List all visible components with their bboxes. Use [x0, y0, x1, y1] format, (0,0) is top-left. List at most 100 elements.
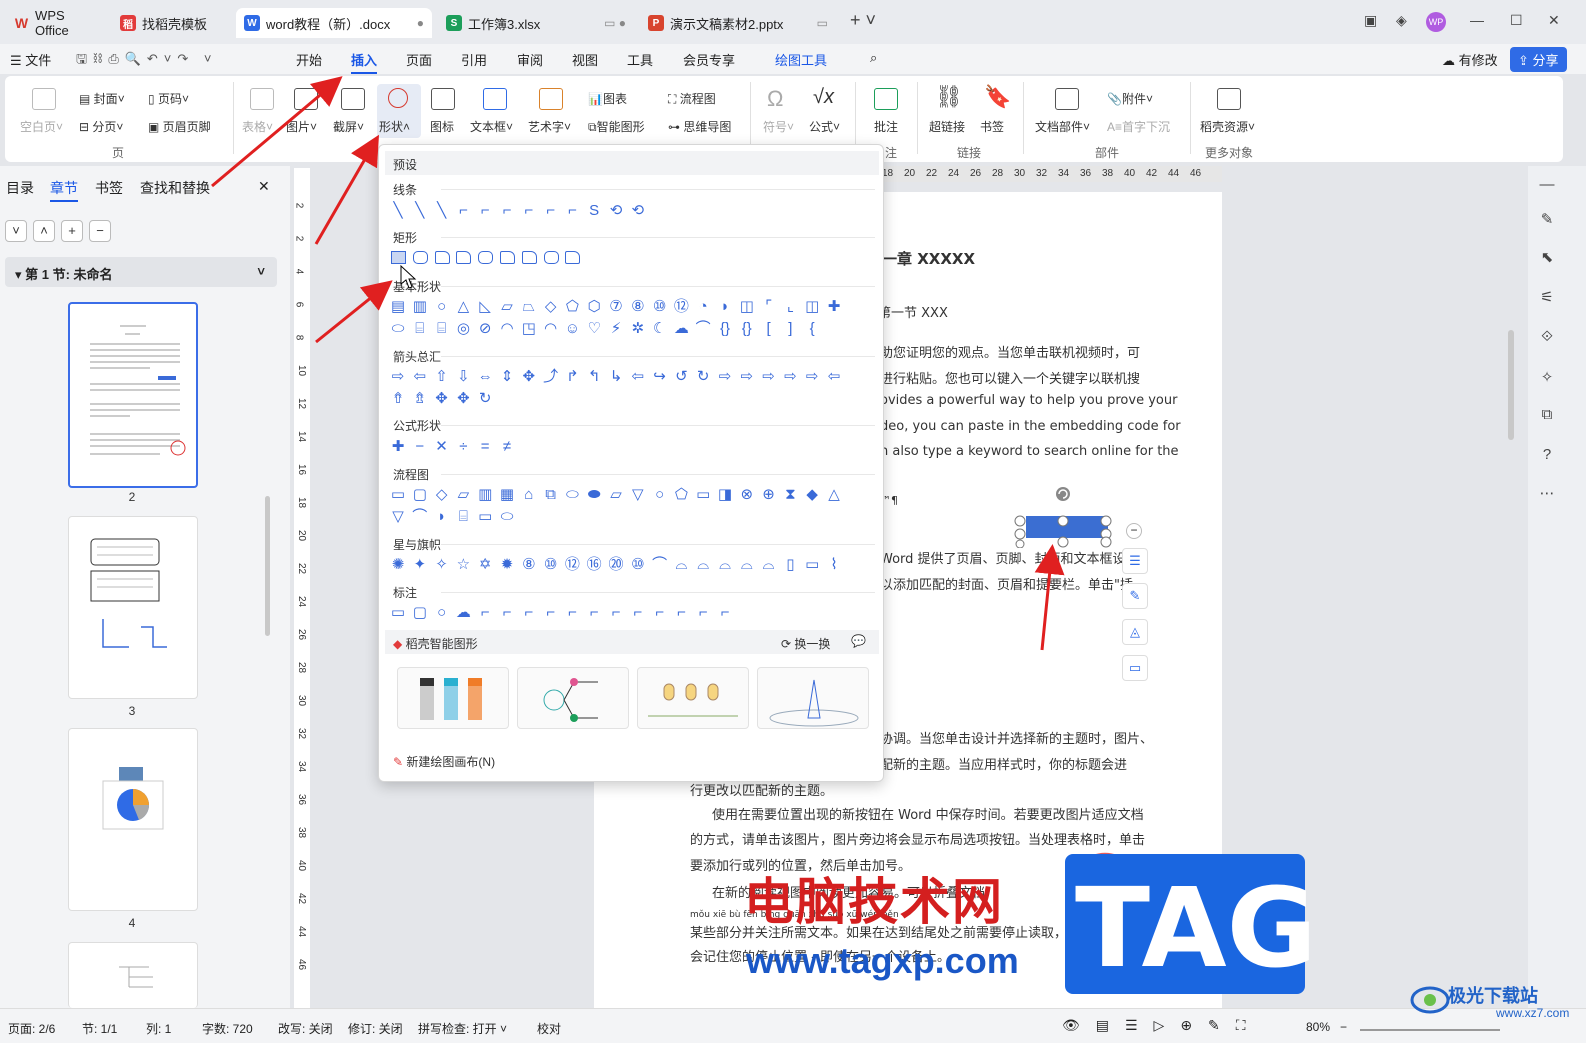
edit-pen-icon[interactable]: ✎	[1537, 210, 1557, 230]
shape-option-icon[interactable]: ♡	[583, 321, 605, 337]
shape-option-icon[interactable]: ⌐	[649, 605, 671, 621]
avatar[interactable]: WP	[1426, 12, 1446, 32]
shape-option-icon[interactable]: ▽	[627, 487, 649, 503]
shape-option-icon[interactable]: ✥	[431, 391, 453, 407]
shape-option-icon[interactable]: ⇦	[823, 369, 845, 385]
shape-option-icon[interactable]: ▭	[387, 487, 409, 503]
shape-option-icon[interactable]: ⑩	[627, 557, 649, 573]
shape-option-icon[interactable]: ⑩	[649, 299, 671, 315]
shape-option-icon[interactable]: ▭	[692, 487, 714, 503]
refresh-button[interactable]: ⟳ 换一换	[781, 635, 830, 652]
tab-find-replace[interactable]: 查找和替换	[140, 178, 210, 198]
shape-option-icon[interactable]: ⬠	[670, 487, 692, 503]
shape-option-icon[interactable]: ◫	[736, 299, 758, 315]
zoom-out-icon[interactable]: −	[1340, 1020, 1347, 1034]
tools-icon[interactable]: ✧	[1537, 368, 1557, 388]
formula-button[interactable]: 公式˅	[809, 118, 840, 135]
layout-options-icon[interactable]: ☰	[1122, 548, 1148, 574]
shape-option-icon[interactable]: ⑦	[605, 299, 627, 315]
shape-option-icon[interactable]: ⌐	[605, 605, 627, 621]
menu-page[interactable]: 页面	[406, 50, 432, 69]
menu-view[interactable]: 视图	[572, 50, 598, 69]
shape-option-icon[interactable]: ✥	[518, 369, 540, 385]
collapse-float-icon[interactable]: −	[1126, 523, 1142, 539]
smart-template-1[interactable]	[397, 667, 509, 729]
shape-option-icon[interactable]: ⌓	[670, 557, 692, 573]
mindmap-button[interactable]: ⊶ 思维导图	[668, 118, 731, 135]
shape-option-icon[interactable]: ╲	[431, 203, 453, 219]
tab-pptx[interactable]: P 演示文稿素材2.pptx ▭	[640, 8, 836, 38]
table-button[interactable]: 表格˅	[242, 118, 273, 135]
tab-bookmarks[interactable]: 书签	[95, 178, 123, 198]
shape-option-icon[interactable]: ⇮	[387, 391, 409, 407]
zoom-slider[interactable]	[1360, 1029, 1500, 1031]
shape-option-icon[interactable]: ⬡	[583, 299, 605, 315]
shape-option-icon[interactable]: ☁	[452, 605, 474, 621]
page-thumbnail-3[interactable]	[68, 516, 198, 699]
shape-option-icon[interactable]: ⇨	[758, 369, 780, 385]
page-thumbnail-2[interactable]	[68, 302, 198, 488]
new-canvas-button[interactable]: ✎ 新建绘图画布(N)	[393, 753, 495, 770]
smart-template-4[interactable]	[757, 667, 869, 729]
shape-option-icon[interactable]: {	[801, 321, 823, 337]
modify-status[interactable]: ☁ 有修改	[1442, 50, 1498, 69]
shape-option-icon[interactable]: ✦	[409, 557, 431, 573]
map-icon[interactable]: ⧉	[1537, 406, 1557, 426]
shape-effect-icon[interactable]: ⟐	[1537, 328, 1557, 348]
shape-option-icon[interactable]: ☆	[452, 557, 474, 573]
smart-template-2[interactable]	[517, 667, 629, 729]
shape-option-icon[interactable]: ✕	[431, 439, 453, 455]
rounded-rectangle-shape-option[interactable]	[412, 251, 428, 264]
menu-vip[interactable]: 会员专享	[683, 50, 735, 69]
status-words[interactable]: 字数: 720	[202, 1020, 253, 1037]
menu-start[interactable]: 开始	[296, 50, 322, 69]
add-icon[interactable]: +	[61, 220, 83, 242]
rounded-rectangle-shape-option[interactable]	[456, 251, 472, 264]
shape-option-icon[interactable]: ☺	[561, 321, 583, 337]
shape-option-icon[interactable]: ◨	[714, 487, 736, 503]
shape-style-icon[interactable]: ▭	[1122, 655, 1148, 681]
hyperlink-button[interactable]: 超链接	[929, 118, 965, 135]
dropcap-button[interactable]: A≡首字下沉	[1107, 118, 1170, 135]
shape-option-icon[interactable]: ╲	[409, 203, 431, 219]
shape-option-icon[interactable]: ◠	[540, 321, 562, 337]
shape-option-icon[interactable]: ⧗	[779, 487, 801, 503]
shape-option-icon[interactable]: ⌒	[692, 321, 714, 337]
remove-icon[interactable]: −	[89, 220, 111, 242]
maximize-icon[interactable]: ☐	[1510, 12, 1523, 29]
selection-handles[interactable]	[1014, 484, 1120, 548]
more-horizontal-icon[interactable]: —	[1537, 176, 1557, 196]
shape-option-icon[interactable]: ⌸	[431, 321, 453, 337]
page-number-button[interactable]: ▯ 页码˅	[148, 90, 189, 107]
shape-option-icon[interactable]: {}	[736, 321, 758, 337]
rounded-rectangle-shape-option[interactable]	[543, 251, 559, 264]
tab-toc[interactable]: 目录	[6, 178, 34, 198]
shape-option-icon[interactable]: ⏢	[518, 299, 540, 315]
shape-option-icon[interactable]: ⑳	[605, 557, 627, 573]
shape-option-icon[interactable]: ⌓	[758, 557, 780, 573]
menu-review[interactable]: 审阅	[517, 50, 543, 69]
smart-shape-button[interactable]: ⧉智能图形	[588, 118, 645, 135]
smart-template-3[interactable]	[637, 667, 749, 729]
status-proof[interactable]: 校对	[537, 1020, 561, 1037]
shape-option-icon[interactable]: S	[583, 203, 605, 219]
shape-option-icon[interactable]: ⌓	[692, 557, 714, 573]
left-scrollbar[interactable]	[265, 496, 270, 636]
share-button[interactable]: ⇪ 分享	[1510, 47, 1567, 72]
feedback-icon[interactable]: 💬	[851, 634, 866, 648]
shape-option-icon[interactable]: ▢	[409, 605, 431, 621]
shape-option-icon[interactable]: ⌜	[758, 299, 780, 315]
shape-option-icon[interactable]: ◺	[474, 299, 496, 315]
shape-option-icon[interactable]: ⟲	[605, 203, 627, 219]
layout-icon[interactable]: ▣	[1364, 12, 1377, 29]
adjust-sliders-icon[interactable]: ⚟	[1537, 288, 1557, 308]
shape-option-icon[interactable]: ▱	[496, 299, 518, 315]
minimize-icon[interactable]: —	[1470, 12, 1484, 28]
shape-option-icon[interactable]: ⌐	[452, 203, 474, 219]
rectangle-shape-option[interactable]	[391, 251, 406, 264]
screenshot-button[interactable]: 截屏˅	[333, 118, 364, 135]
shape-option-icon[interactable]: ○	[431, 605, 453, 621]
blank-page-button[interactable]: 空白页˅	[20, 118, 63, 135]
shape-option-icon[interactable]: ⑩	[540, 557, 562, 573]
shape-option-icon[interactable]: ⑯	[583, 557, 605, 573]
